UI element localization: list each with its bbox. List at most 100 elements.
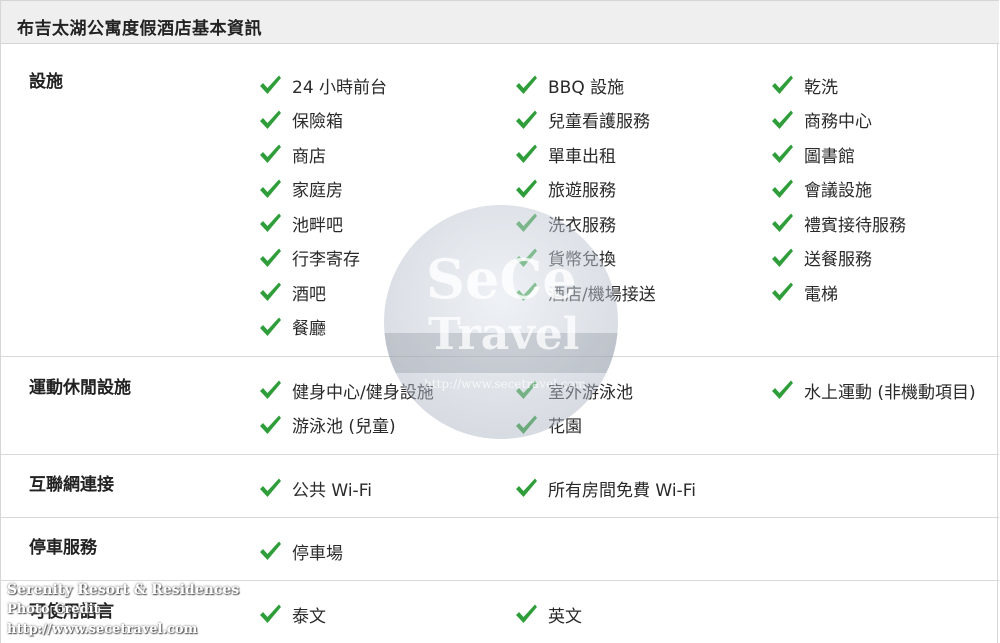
amenity-item: 商務中心	[770, 107, 872, 133]
check-icon	[516, 415, 537, 434]
amenity-label: 所有房間免費 Wi-Fi	[548, 480, 696, 501]
check-icon	[772, 248, 793, 267]
check-icon	[772, 110, 793, 129]
amenity-label: 水上運動 (非機動項目)	[804, 382, 976, 403]
check-icon	[260, 380, 281, 399]
amenity-item: 24 小時前台	[258, 72, 387, 98]
amenity-item: 英文	[514, 601, 582, 627]
amenity-label: 停車場	[292, 543, 343, 564]
section-label: 互聯網連接	[29, 475, 114, 495]
amenity-label: 送餐服務	[804, 250, 872, 270]
amenity-label: 行李寄存	[292, 250, 360, 270]
check-icon	[772, 282, 793, 301]
check-icon	[260, 213, 281, 232]
amenity-label: 餐廳	[292, 319, 326, 339]
amenity-item: 行李寄存	[258, 245, 360, 271]
amenity-label: 健身中心/健身設施	[292, 382, 434, 403]
check-icon	[772, 213, 793, 232]
amenity-item: 花園	[514, 412, 582, 438]
amenity-label: 圖書館	[804, 146, 855, 167]
amenity-item: 乾洗	[770, 72, 838, 98]
panel-header: 布吉太湖公寓度假酒店基本資訊	[1, 0, 999, 44]
amenity-item: 圖書館	[770, 141, 855, 167]
amenity-item: 會議設施	[770, 176, 872, 202]
amenity-label: 池畔吧	[292, 215, 343, 236]
check-icon	[516, 478, 537, 497]
info-panel: 布吉太湖公寓度假酒店基本資訊 設施 運動休閒設施 互聯網連接 停車服務 可使用語…	[0, 0, 999, 643]
amenity-item: 洗衣服務	[514, 210, 616, 236]
amenity-item: 保險箱	[258, 107, 343, 133]
amenity-label: 貨幣兌換	[548, 250, 616, 270]
section-sports: 運動休閒設施	[1, 357, 999, 455]
section-languages: 可使用語言	[1, 581, 999, 643]
amenity-label: 英文	[548, 606, 582, 627]
check-icon	[516, 604, 537, 623]
check-icon	[260, 541, 281, 560]
check-icon	[516, 144, 537, 163]
amenity-label: 單車出租	[548, 146, 616, 167]
amenity-item: 所有房間免費 Wi-Fi	[514, 475, 696, 501]
amenity-item: 游泳池 (兒童)	[258, 412, 396, 438]
amenity-label: 乾洗	[804, 77, 838, 98]
amenity-item: 池畔吧	[258, 210, 343, 236]
section-internet: 互聯網連接	[1, 455, 999, 518]
check-icon	[260, 110, 281, 129]
amenity-item: 室外游泳池	[514, 377, 633, 403]
check-icon	[516, 282, 537, 301]
check-icon	[260, 478, 281, 497]
amenity-item: 酒吧	[258, 279, 326, 305]
check-icon	[260, 75, 281, 94]
amenity-label: 兒童看護服務	[548, 112, 650, 132]
section-label: 停車服務	[29, 538, 97, 558]
amenity-label: BBQ 設施	[548, 77, 625, 98]
amenity-label: 禮賓接待服務	[804, 215, 906, 236]
panel-title: 布吉太湖公寓度假酒店基本資訊	[17, 19, 262, 39]
amenity-item: 家庭房	[258, 176, 343, 202]
amenity-item: BBQ 設施	[514, 72, 624, 98]
check-icon	[772, 144, 793, 163]
amenity-label: 旅遊服務	[548, 181, 616, 201]
section-label: 運動休閒設施	[29, 378, 131, 398]
check-icon	[260, 604, 281, 623]
amenity-label: 電梯	[804, 284, 838, 305]
check-icon	[772, 75, 793, 94]
amenity-label: 家庭房	[292, 181, 343, 201]
amenity-label: 保險箱	[292, 112, 343, 132]
amenity-item: 餐廳	[258, 314, 326, 340]
amenity-item: 單車出租	[514, 141, 616, 167]
amenity-label: 商店	[292, 146, 326, 167]
amenity-label: 泰文	[292, 606, 326, 627]
check-icon	[260, 317, 281, 336]
amenity-item: 泰文	[258, 601, 326, 627]
amenity-item: 旅遊服務	[514, 176, 616, 202]
section-parking: 停車服務	[1, 518, 999, 581]
amenity-item: 電梯	[770, 279, 838, 305]
amenity-item: 禮賓接待服務	[770, 210, 906, 236]
amenity-label: 游泳池 (兒童)	[292, 417, 396, 437]
amenity-label: 酒吧	[292, 284, 326, 305]
section-label: 設施	[29, 72, 63, 92]
check-icon	[516, 179, 537, 198]
amenity-label: 24 小時前台	[292, 77, 388, 98]
amenity-label: 商務中心	[804, 112, 872, 132]
check-icon	[516, 110, 537, 129]
amenity-item: 停車場	[258, 538, 343, 564]
check-icon	[260, 282, 281, 301]
amenity-item: 送餐服務	[770, 245, 872, 271]
amenity-label: 公共 Wi-Fi	[292, 480, 372, 501]
check-icon	[772, 179, 793, 198]
check-icon	[260, 179, 281, 198]
amenity-label: 酒店/機場接送	[548, 284, 656, 305]
check-icon	[516, 380, 537, 399]
check-icon	[772, 380, 793, 399]
check-icon	[260, 144, 281, 163]
section-label: 可使用語言	[29, 602, 114, 622]
amenity-item: 公共 Wi-Fi	[258, 475, 372, 501]
amenity-item: 酒店/機場接送	[514, 279, 656, 305]
amenity-item: 水上運動 (非機動項目)	[770, 377, 976, 403]
amenity-item: 健身中心/健身設施	[258, 377, 434, 403]
check-icon	[516, 213, 537, 232]
amenity-label: 洗衣服務	[548, 215, 616, 236]
check-icon	[516, 75, 537, 94]
amenity-label: 花園	[548, 417, 582, 437]
